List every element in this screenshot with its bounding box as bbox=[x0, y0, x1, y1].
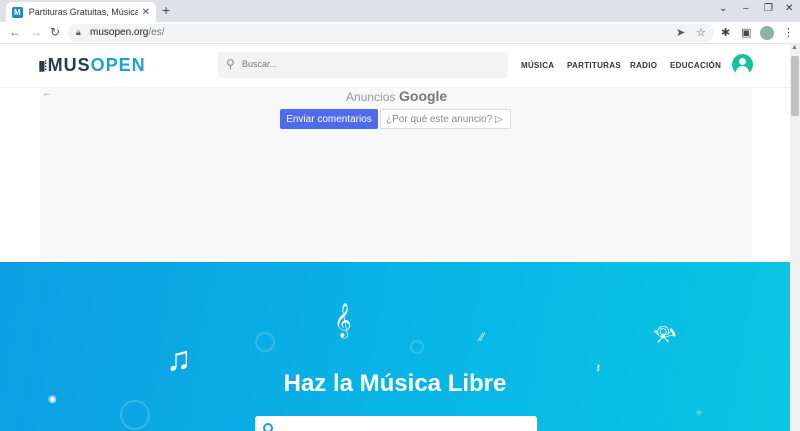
google-logo: Google bbox=[399, 88, 448, 104]
page-scrollbar[interactable]: ▲ bbox=[790, 44, 800, 431]
hero-banner: 𝄞 ♫ ◉ ⁄⁄ 𝄽 📯︎ ✦ Haz la Música Libre bbox=[0, 262, 790, 431]
trumpet-icon: 📯︎ bbox=[652, 324, 678, 346]
decor-circle bbox=[255, 332, 275, 352]
site-header: ▮⁞ MUS OPEN ⚲ MÚSICA PARTITURAS RADIO ED… bbox=[0, 44, 790, 88]
avatar-body bbox=[736, 66, 749, 75]
logo-text-open: OPEN bbox=[90, 55, 146, 75]
site-search[interactable]: ⚲ bbox=[218, 52, 508, 78]
url-path: /es/ bbox=[148, 27, 165, 38]
nav-musica[interactable]: MÚSICA bbox=[521, 61, 554, 70]
side-panel-icon[interactable]: ▣ bbox=[741, 26, 751, 39]
tab-title: Partituras Gratuitas, Música Libre bbox=[28, 7, 138, 17]
musopen-favicon-icon: M bbox=[12, 6, 23, 18]
menu-kebab-icon[interactable]: ⋮ bbox=[783, 26, 794, 39]
sparkle-icon: ✦ bbox=[694, 406, 705, 420]
browser-tab[interactable]: M Partituras Gratuitas, Música Libre ✕ bbox=[6, 2, 156, 22]
nav-partituras[interactable]: PARTITURAS bbox=[567, 61, 621, 70]
new-tab-icon[interactable]: + bbox=[162, 2, 170, 18]
scroll-thumb[interactable] bbox=[791, 56, 799, 116]
search-icon: ⚲ bbox=[226, 57, 235, 71]
browser-toolbar: ← → ↻ 🔒︎ musopen.org/es/ ➤ ☆ ✱ ▣ ⋮ bbox=[0, 22, 800, 44]
minimize-icon[interactable]: – bbox=[743, 3, 749, 14]
lock-icon: 🔒︎ bbox=[76, 27, 81, 37]
nav-radio[interactable]: RADIO bbox=[630, 61, 657, 70]
nav-educacion[interactable]: EDUCACIÓN bbox=[670, 61, 721, 70]
why-this-ad-button[interactable]: ¿Por qué este anuncio? ▷ bbox=[380, 109, 511, 129]
send-icon[interactable]: ➤ bbox=[676, 26, 685, 39]
user-avatar[interactable] bbox=[732, 54, 753, 75]
browser-tab-bar: M Partituras Gratuitas, Música Libre ✕ +… bbox=[0, 0, 800, 22]
avatar-head bbox=[739, 58, 746, 65]
tab-search-icon[interactable]: ⌄ bbox=[719, 3, 727, 14]
scroll-up-arrow-icon[interactable]: ▲ bbox=[791, 44, 798, 51]
hero-search-box[interactable] bbox=[255, 416, 537, 431]
send-feedback-button[interactable]: Enviar comentarios bbox=[280, 109, 378, 129]
search-input[interactable] bbox=[242, 59, 492, 69]
bookmark-star-icon[interactable]: ☆ bbox=[696, 26, 706, 39]
decor-circle bbox=[120, 400, 150, 430]
forward-icon[interactable]: → bbox=[30, 25, 42, 39]
ad-container: ← Anuncios Google Enviar comentarios ¿Po… bbox=[40, 88, 752, 258]
tab-close-icon[interactable]: ✕ bbox=[142, 7, 150, 18]
ad-back-arrow-icon[interactable]: ← bbox=[42, 88, 52, 99]
musopen-logo[interactable]: ▮⁞ MUS OPEN bbox=[38, 55, 146, 76]
slash-accent-icon: ⁄⁄ bbox=[480, 330, 485, 344]
hero-title: Haz la Música Libre bbox=[283, 370, 507, 397]
treble-clef-icon: 𝄞 bbox=[334, 304, 352, 337]
decor-circle bbox=[410, 340, 424, 354]
close-window-icon[interactable]: ✕ bbox=[785, 3, 793, 14]
hero-search-icon bbox=[263, 423, 273, 431]
restore-icon[interactable]: ❐ bbox=[764, 3, 773, 14]
ad-label: Anuncios bbox=[346, 90, 396, 104]
reload-icon[interactable]: ↻ bbox=[50, 25, 60, 39]
browser-profile-avatar[interactable] bbox=[760, 26, 774, 40]
address-bar[interactable]: 🔒︎ musopen.org/es/ ➤ ☆ bbox=[68, 24, 714, 42]
logo-barline-icon: ▮⁞ bbox=[38, 57, 47, 73]
logo-text-mus: MUS bbox=[47, 55, 91, 75]
extensions-icon[interactable]: ✱ bbox=[721, 26, 730, 39]
back-icon[interactable]: ← bbox=[9, 25, 21, 39]
url-text: musopen.org/es/ bbox=[90, 27, 165, 38]
url-host: musopen.org bbox=[90, 27, 149, 38]
